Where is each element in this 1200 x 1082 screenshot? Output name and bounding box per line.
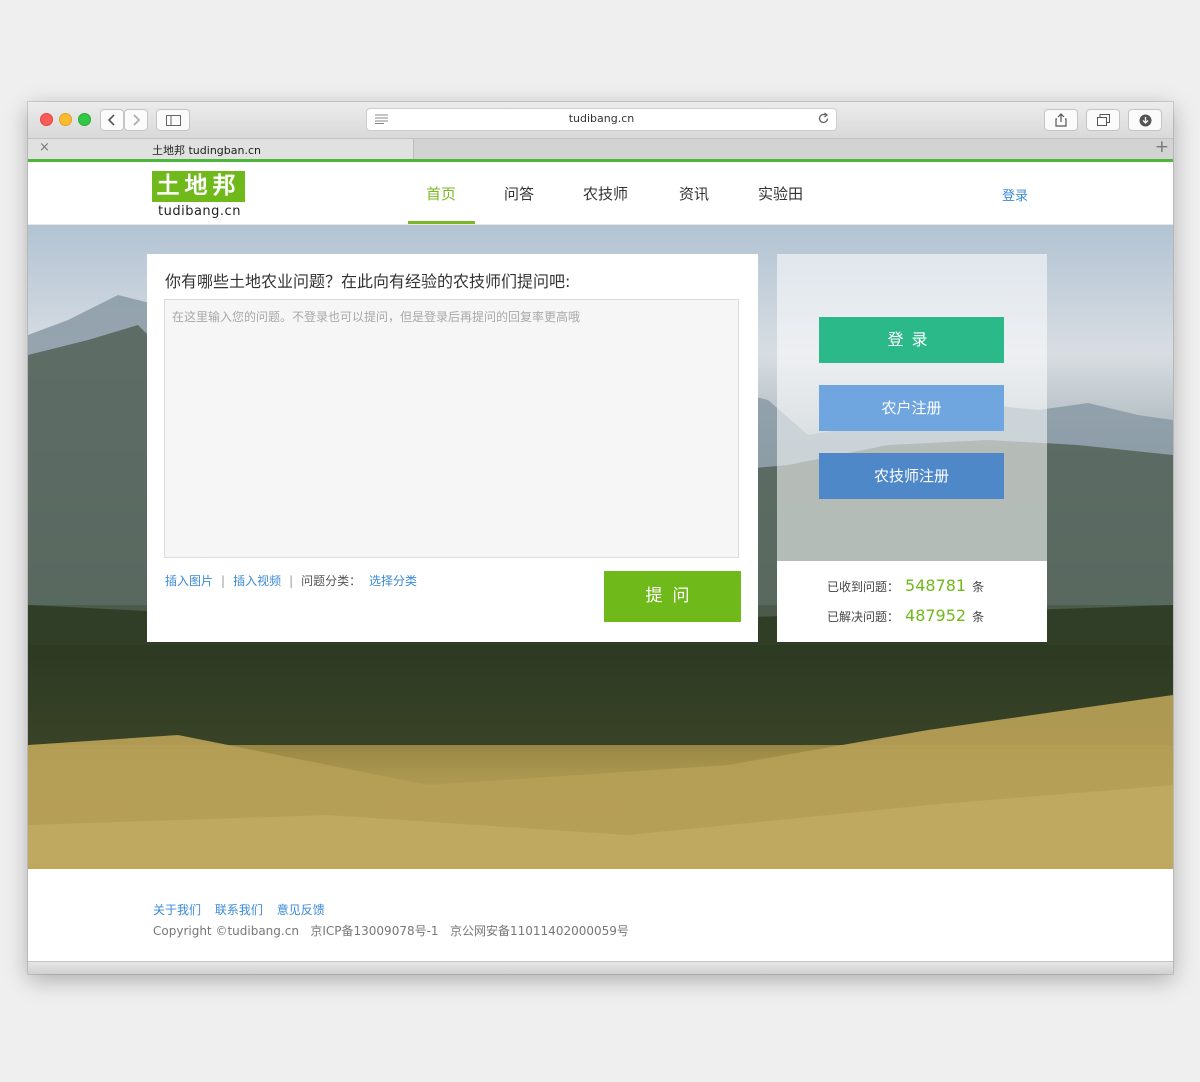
site-footer: 关于我们 联系我们 意见反馈 Copyright ©tudibang.cn 京I…: [28, 869, 1173, 961]
site-logo-domain: tudibang.cn: [158, 204, 241, 219]
question-placeholder: 在这里输入您的问题。不登录也可以提问，但是登录后再提问的回复率更高哦: [172, 310, 581, 324]
received-questions-stat: 已收到问题： 548781 条: [827, 576, 984, 595]
hero-banner: 你有哪些土地农业问题？在此向有经验的农技师们提问吧: 在这里输入您的问题。不登录…: [28, 225, 1173, 869]
close-window-button[interactable]: [40, 113, 53, 126]
feedback-link[interactable]: 意见反馈: [277, 903, 325, 917]
new-tab-icon[interactable]: +: [1155, 137, 1169, 157]
chevron-left-icon: [107, 114, 115, 126]
tab-bar: × 土地邦 tudingban.cn +: [28, 137, 1173, 160]
technician-register-button[interactable]: 农技师注册: [819, 453, 1004, 499]
received-label: 已收到问题：: [827, 580, 900, 594]
separator: |: [221, 574, 226, 588]
browser-toolbar: tudibang.cn: [28, 102, 1173, 139]
browser-bottom-bar: [28, 961, 1173, 974]
separator: |: [289, 574, 294, 588]
solved-questions-stat: 已解决问题： 487952 条: [827, 606, 984, 625]
nav-active-indicator: [408, 221, 475, 224]
close-tab-icon[interactable]: ×: [39, 140, 50, 155]
footer-links: 关于我们 联系我们 意见反馈: [153, 901, 335, 918]
tabs-overview-button[interactable]: [1086, 109, 1120, 131]
reload-icon[interactable]: [817, 112, 830, 125]
site-header: 土地邦 tudibang.cn 首页 问答 农技师 资讯 实验田 登录: [28, 162, 1173, 225]
copyright-text: Copyright ©tudibang.cn 京ICP备13009078号-1 …: [153, 924, 629, 938]
question-prompt: 你有哪些土地农业问题？在此向有经验的农技师们提问吧:: [165, 272, 571, 291]
question-textarea[interactable]: 在这里输入您的问题。不登录也可以提问，但是登录后再提问的回复率更高哦: [164, 299, 739, 558]
browser-window: tudibang.cn × 土地邦 tudingban.cn + 土地邦 tud…: [28, 102, 1173, 974]
share-icon: [1055, 113, 1067, 127]
nav-news[interactable]: 资讯: [679, 183, 709, 204]
insert-video-link[interactable]: 插入视频: [233, 574, 281, 588]
solved-count: 487952: [905, 606, 967, 625]
nav-home[interactable]: 首页: [426, 183, 456, 204]
url-text: tudibang.cn: [568, 112, 635, 125]
question-panel: 你有哪些土地农业问题？在此向有经验的农技师们提问吧: 在这里输入您的问题。不登录…: [147, 254, 758, 642]
solved-label: 已解决问题：: [827, 610, 900, 624]
received-unit: 条: [972, 580, 985, 594]
nav-experiment-field[interactable]: 实验田: [758, 183, 803, 204]
browser-tab[interactable]: × 土地邦 tudingban.cn: [28, 139, 414, 159]
account-panel: 登录 农户注册 农技师注册 已收到问题： 548781 条 已解决问题： 487952…: [777, 254, 1047, 642]
solved-unit: 条: [972, 610, 985, 624]
choose-category-link[interactable]: 选择分类: [369, 574, 417, 588]
tab-title: 土地邦 tudingban.cn: [152, 144, 261, 157]
category-label: 问题分类：: [301, 574, 362, 588]
contact-us-link[interactable]: 联系我们: [215, 903, 263, 917]
back-button[interactable]: [100, 109, 124, 131]
received-count: 548781: [905, 576, 967, 595]
ask-question-button[interactable]: 提问: [604, 571, 741, 622]
share-button[interactable]: [1044, 109, 1078, 131]
nav-qa[interactable]: 问答: [504, 183, 534, 204]
address-bar[interactable]: tudibang.cn: [366, 108, 837, 131]
tabs-icon: [1096, 114, 1110, 126]
farmer-register-button[interactable]: 农户注册: [819, 385, 1004, 431]
login-button[interactable]: 登录: [819, 317, 1004, 363]
zoom-window-button[interactable]: [78, 113, 91, 126]
stats-box: 已收到问题： 548781 条 已解决问题： 487952 条: [777, 561, 1047, 642]
site-logo[interactable]: 土地邦: [152, 171, 245, 202]
header-login-link[interactable]: 登录: [1002, 185, 1028, 204]
nav-technicians[interactable]: 农技师: [583, 183, 628, 204]
forward-button[interactable]: [124, 109, 148, 131]
chevron-right-icon: [133, 114, 141, 126]
question-options: 插入图片 | 插入视频 | 问题分类： 选择分类: [165, 572, 417, 589]
account-actions: 登录 农户注册 农技师注册: [777, 254, 1047, 561]
downloads-button[interactable]: [1128, 109, 1162, 131]
insert-image-link[interactable]: 插入图片: [165, 574, 213, 588]
minimize-window-button[interactable]: [59, 113, 72, 126]
sidebar-icon: [165, 114, 181, 126]
download-icon: [1139, 114, 1151, 126]
sidebar-toggle-button[interactable]: [156, 109, 190, 131]
about-us-link[interactable]: 关于我们: [153, 903, 201, 917]
